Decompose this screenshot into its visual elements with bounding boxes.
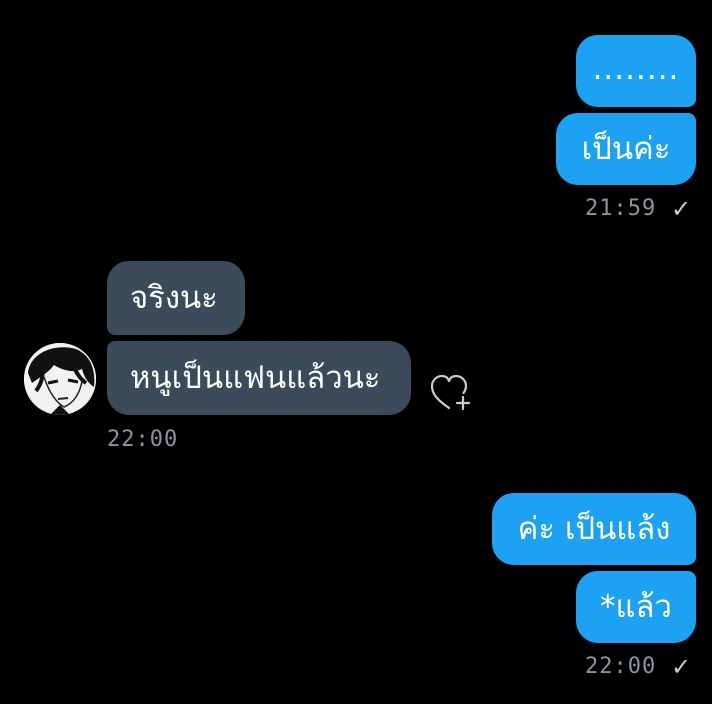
message-bubble-incoming[interactable]: หนูเป็นแฟนแล้วนะ: [107, 341, 411, 415]
message-bubble-outgoing[interactable]: ค่ะ เป็นแล้ง: [492, 493, 696, 565]
heart-plus-icon[interactable]: [429, 372, 475, 414]
check-icon: ✓: [671, 653, 692, 681]
message-text: หนูเป็นแฟนแล้วนะ: [130, 359, 381, 396]
message-text: ........: [592, 50, 680, 87]
avatar-photo: [24, 343, 96, 415]
message-text: *แล้ว: [600, 588, 672, 625]
message-bubble-outgoing[interactable]: ........: [576, 35, 696, 107]
check-icon: ✓: [671, 195, 692, 223]
message-text: ค่ะ เป็นแล้ง: [517, 510, 671, 547]
message-text: จริงนะ: [130, 279, 218, 316]
message-timestamp: 22:00: [107, 427, 179, 452]
message-timestamp: 21:59: [585, 196, 657, 221]
message-timestamp: 22:00: [585, 654, 657, 679]
message-text: เป็นค่ะ: [581, 130, 671, 167]
message-bubble-incoming[interactable]: จริงนะ: [107, 261, 245, 335]
message-bubble-outgoing[interactable]: *แล้ว: [576, 571, 696, 643]
message-bubble-outgoing[interactable]: เป็นค่ะ: [556, 113, 696, 185]
avatar[interactable]: [24, 343, 96, 415]
